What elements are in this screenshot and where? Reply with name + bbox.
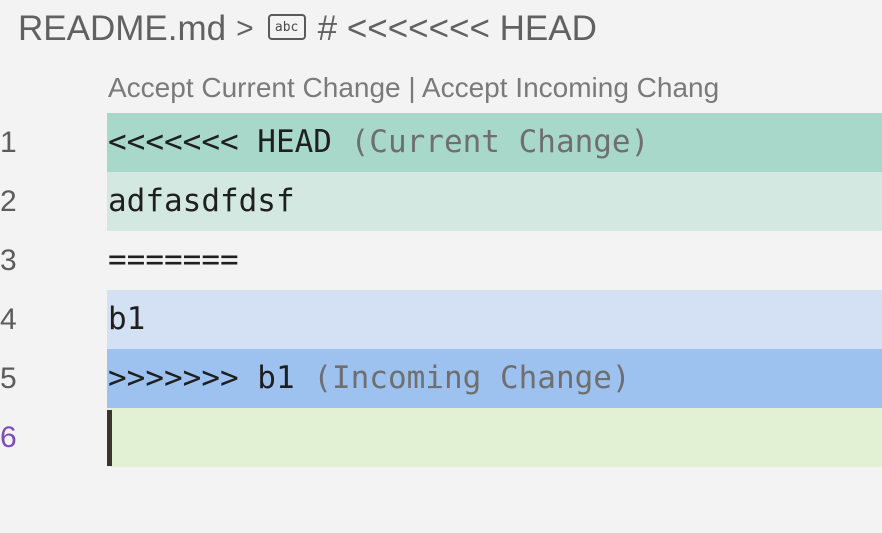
line-content: ======= bbox=[108, 242, 239, 278]
chevron-right-icon: > bbox=[236, 12, 254, 45]
line-number: 2 bbox=[0, 185, 17, 218]
incoming-change-content-highlight bbox=[107, 290, 882, 349]
editor-line-separator[interactable]: 3 ======= bbox=[0, 231, 882, 290]
editor-line-incoming-header[interactable]: 5 >>>>>>> b1 (Incoming Change) bbox=[0, 349, 882, 408]
breadcrumb: README.md > abc # <<<<<<< HEAD bbox=[18, 6, 597, 52]
breadcrumb-symbol[interactable]: # <<<<<<< HEAD bbox=[318, 9, 597, 49]
line-content: >>>>>>> b1 (Incoming Change) bbox=[108, 349, 631, 408]
conflict-marker-text: >>>>>>> b1 bbox=[108, 360, 314, 396]
line-content: b1 bbox=[108, 301, 146, 337]
line-content: adfasdfdsf bbox=[108, 183, 295, 219]
abc-icon: abc bbox=[267, 14, 306, 40]
line-number: 5 bbox=[0, 362, 17, 395]
accept-current-change-link[interactable]: Accept Current Change bbox=[108, 72, 401, 103]
merge-conflict-codelens: Accept Current Change | Accept Incoming … bbox=[108, 72, 719, 104]
incoming-change-annotation: (Incoming Change) bbox=[313, 360, 631, 396]
editor-line-current-header[interactable]: 1 <<<<<<< HEAD (Current Change) bbox=[0, 113, 882, 172]
accept-incoming-change-link[interactable]: Accept Incoming Chang bbox=[422, 72, 719, 103]
breadcrumb-file[interactable]: README.md bbox=[18, 9, 226, 49]
editor-line-active[interactable]: 6 bbox=[0, 408, 882, 467]
conflict-marker-text: <<<<<<< HEAD bbox=[108, 124, 351, 160]
line-number: 4 bbox=[0, 303, 17, 336]
active-line-highlight bbox=[107, 408, 882, 467]
line-number: 1 bbox=[0, 126, 17, 159]
editor-line-incoming-content[interactable]: 4 b1 bbox=[0, 290, 882, 349]
editor-line-current-content[interactable]: 2 adfasdfdsf bbox=[0, 172, 882, 231]
line-number: 6 bbox=[0, 421, 17, 454]
text-cursor bbox=[107, 410, 112, 466]
current-change-annotation: (Current Change) bbox=[350, 124, 650, 160]
codelens-divider: | bbox=[408, 72, 416, 103]
line-number: 3 bbox=[0, 244, 17, 277]
line-content: <<<<<<< HEAD (Current Change) bbox=[108, 113, 649, 172]
